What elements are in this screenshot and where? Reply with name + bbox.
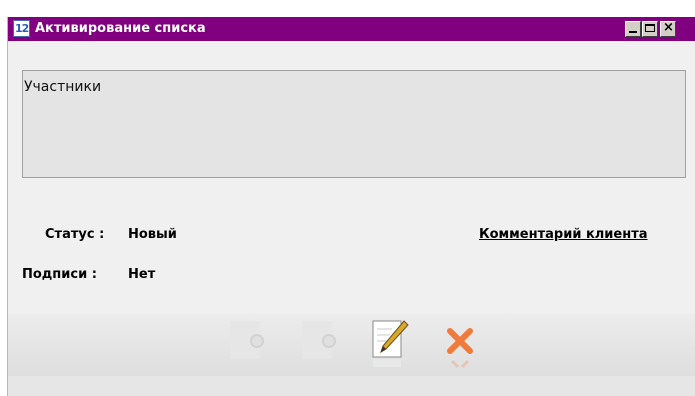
participants-label: Участники — [24, 79, 102, 95]
document-action-icon[interactable] — [300, 317, 336, 365]
status-value: Новый — [128, 227, 177, 242]
close-icon: × — [663, 20, 674, 35]
delete-x-icon[interactable] — [440, 317, 476, 369]
action-circle-shape — [250, 334, 264, 348]
minimize-button[interactable] — [625, 21, 641, 37]
edit-pencil-icon[interactable] — [370, 317, 409, 367]
app-icon-glyph: 12 — [15, 22, 29, 35]
title-bar[interactable]: 12 Активирование списка × — [8, 17, 695, 41]
action-circle-shape — [322, 334, 336, 348]
participants-panel: Участники — [22, 70, 686, 178]
status-label: Статус : — [45, 227, 105, 242]
delete-x-shape — [447, 328, 473, 354]
status-strip — [8, 376, 695, 396]
signatures-label: Подписи : — [22, 267, 97, 282]
dialog-window: 12 Активирование списка × Участники Стат… — [7, 17, 695, 396]
document-action-icon[interactable] — [228, 317, 264, 365]
maximize-button[interactable] — [642, 21, 658, 37]
app-icon: 12 — [13, 20, 30, 37]
client-comment-link[interactable]: Комментарий клиента — [479, 227, 648, 243]
toolbar — [8, 314, 695, 376]
signatures-value: Нет — [128, 267, 156, 282]
close-button[interactable]: × — [660, 20, 676, 37]
window-title: Активирование списка — [35, 21, 206, 36]
